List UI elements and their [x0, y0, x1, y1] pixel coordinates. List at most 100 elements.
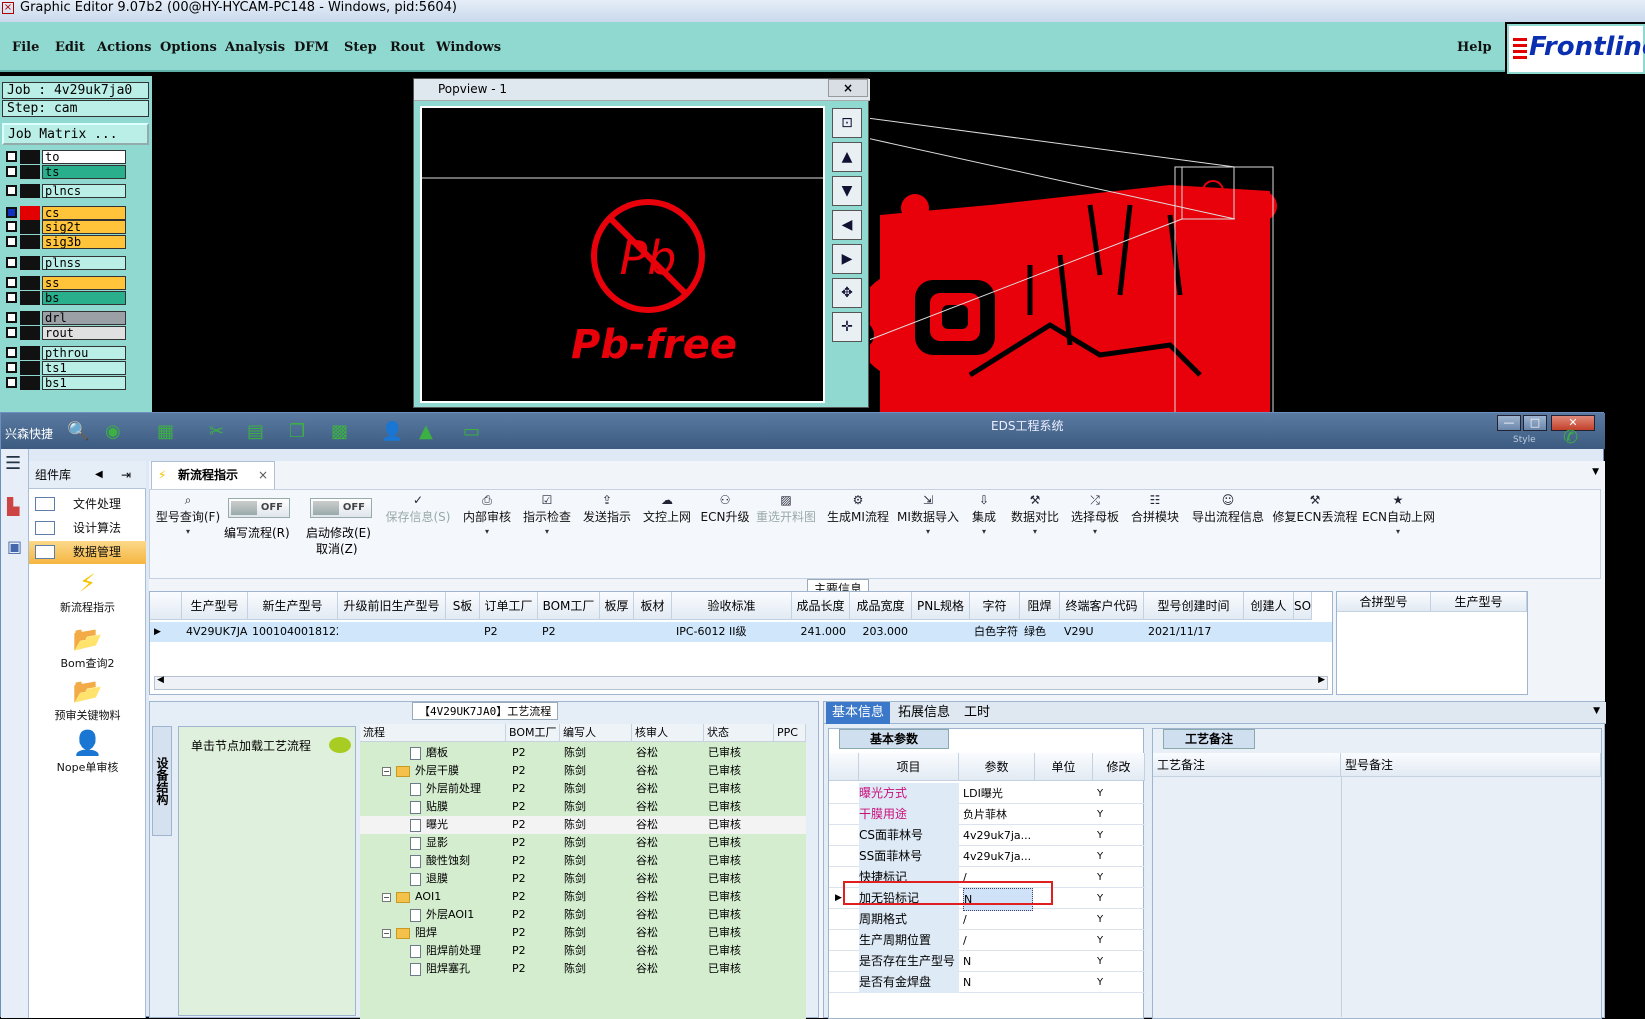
- grid-header[interactable]: 创建人: [1244, 592, 1294, 620]
- tree-row[interactable]: 酸性蚀刻 P2 陈剑 谷松 已审核: [360, 852, 806, 870]
- menu-dfm[interactable]: DFM: [294, 40, 329, 55]
- tree-node[interactable]: 曝光: [410, 816, 448, 834]
- grid-header[interactable]: 新生产型号: [248, 592, 338, 620]
- pan-up-icon[interactable]: ▲: [832, 142, 862, 172]
- grid-header[interactable]: S板: [446, 592, 480, 620]
- nav-item-algorithm[interactable]: 设计算法: [29, 517, 146, 540]
- scroll-left-icon[interactable]: ◀: [157, 675, 164, 685]
- grid-header[interactable]: 成品宽度: [850, 592, 912, 620]
- table-icon[interactable]: ▦: [157, 421, 174, 442]
- grid-cell[interactable]: [446, 622, 480, 642]
- tree-node[interactable]: 阻焊前处理: [410, 942, 481, 960]
- cam-canvas[interactable]: [870, 95, 1645, 415]
- menu-options[interactable]: Options: [160, 40, 217, 55]
- grid-cell[interactable]: IPC-6012 II级: [672, 622, 792, 642]
- ecn-auto-online-button[interactable]: ★ ECN自动上网 ▾: [1362, 490, 1435, 578]
- layer-checkbox[interactable]: [6, 166, 17, 177]
- ecn-upgrade-button[interactable]: ⚇ ECN升级: [700, 490, 750, 578]
- device-icon[interactable]: ▣: [7, 537, 22, 556]
- tree-row[interactable]: 曝光 P2 陈剑 谷松 已审核: [360, 816, 806, 834]
- tree-node[interactable]: 外层AOI1: [410, 906, 474, 924]
- tab-close-icon[interactable]: ×: [258, 462, 268, 488]
- layer-name[interactable]: to: [42, 150, 126, 164]
- param-value[interactable]: 4v29uk7ja...: [963, 846, 1033, 867]
- collapse-icon[interactable]: −: [382, 766, 391, 776]
- tree-row[interactable]: 外层前处理 P2 陈剑 谷松 已审核: [360, 780, 806, 798]
- layer-name[interactable]: ts1: [42, 361, 126, 375]
- param-value[interactable]: N: [963, 972, 1033, 993]
- scroll-right-icon[interactable]: ▶: [1318, 675, 1325, 685]
- save-info-button[interactable]: ✓ 保存信息(S): [382, 490, 454, 578]
- popview-canvas[interactable]: Pb Pb-free: [420, 106, 825, 403]
- side-tab[interactable]: 设备结构: [152, 726, 172, 836]
- grid-icon[interactable]: ▩: [331, 421, 348, 442]
- nav-prereview[interactable]: 📂 预审关键物料: [29, 677, 146, 723]
- copy-icon[interactable]: ❐: [289, 421, 305, 442]
- grid-header[interactable]: 成品长度: [792, 592, 850, 620]
- layer-checkbox[interactable]: [6, 362, 17, 373]
- grid-cell[interactable]: 2021/11/17: [1144, 622, 1244, 642]
- layer-name[interactable]: pthrou: [42, 346, 126, 360]
- layer-name[interactable]: bs1: [42, 376, 126, 390]
- layer-checkbox[interactable]: [6, 207, 17, 218]
- nav-prev-icon[interactable]: ◀: [95, 461, 103, 489]
- menu-help[interactable]: Help: [1457, 40, 1492, 55]
- building-icon[interactable]: ▙: [7, 497, 19, 516]
- user-icon[interactable]: 👤: [381, 421, 403, 442]
- collapse-icon[interactable]: −: [382, 892, 391, 902]
- grid-header[interactable]: SO: [1294, 592, 1312, 620]
- menu-icon[interactable]: ☰: [5, 453, 21, 474]
- tree-node[interactable]: 退膜: [410, 870, 448, 888]
- grid-cell[interactable]: P2: [538, 622, 600, 642]
- layer-name[interactable]: plnss: [42, 256, 126, 270]
- style-label[interactable]: Style: [1513, 435, 1536, 445]
- grid-cell[interactable]: [912, 622, 970, 642]
- menu-step[interactable]: Step: [344, 40, 377, 55]
- grid-header[interactable]: 终端客户代码: [1060, 592, 1144, 620]
- tree-row[interactable]: − 阻焊 P2 陈剑 谷松 已审核: [360, 924, 806, 942]
- grid-header[interactable]: PNL规格: [912, 592, 970, 620]
- tree-node[interactable]: 贴膜: [410, 798, 448, 816]
- grid-cell[interactable]: 白色字符: [970, 622, 1020, 642]
- tab-basic-info[interactable]: 基本信息: [826, 702, 891, 724]
- nav-bom-query[interactable]: 📂 Bom查询2: [29, 625, 146, 671]
- layer-name[interactable]: plncs: [42, 184, 126, 198]
- mi-import-button[interactable]: ⇲ MI数据导入 ▾: [896, 490, 960, 578]
- tree-node[interactable]: 外层前处理: [410, 780, 481, 798]
- grid-header[interactable]: 型号创建时间: [1144, 592, 1244, 620]
- grid-cell[interactable]: 203.000: [850, 622, 912, 642]
- tab-work-hours[interactable]: 工时: [958, 702, 996, 724]
- layer-name[interactable]: sig2t: [42, 220, 126, 234]
- layer-name[interactable]: rout: [42, 326, 126, 340]
- param-row[interactable]: 生产周期位置 / Y: [829, 930, 1145, 951]
- maximize-button[interactable]: □: [1523, 415, 1547, 431]
- doc-upload-button[interactable]: ☁ 文控上网: [640, 490, 694, 578]
- scissors-icon[interactable]: ✂: [209, 421, 224, 442]
- instruction-check-button[interactable]: ☑ 指示检查 ▾: [520, 490, 574, 578]
- param-value[interactable]: 负片菲林: [963, 804, 1033, 825]
- layer-checkbox[interactable]: [6, 327, 17, 338]
- grid-cell[interactable]: 10010400181222: [248, 622, 338, 642]
- menu-actions[interactable]: Actions: [97, 40, 151, 55]
- start-modify-toggle[interactable]: OFF: [310, 498, 372, 518]
- layer-checkbox[interactable]: [6, 312, 17, 323]
- grid-cell[interactable]: 4V29UK7JA0: [182, 622, 248, 642]
- layer-name[interactable]: sig3b: [42, 235, 126, 249]
- param-row[interactable]: 是否有金焊盘 N Y: [829, 972, 1145, 993]
- write-flow-toggle[interactable]: OFF: [228, 498, 290, 518]
- zoom-home-icon[interactable]: ✛: [832, 312, 862, 342]
- zoom-fit-icon[interactable]: ✥: [832, 278, 862, 308]
- tab-extended-info[interactable]: 拓展信息: [892, 702, 956, 724]
- minimize-button[interactable]: —: [1497, 415, 1521, 431]
- merge-module-button[interactable]: ☷ 合拼模块: [1128, 490, 1182, 578]
- integrate-button[interactable]: ⇩ 集成 ▾: [966, 490, 1002, 578]
- popview-close-button[interactable]: ×: [828, 79, 868, 97]
- pan-right-icon[interactable]: ▶: [832, 244, 862, 274]
- grid-cell[interactable]: [1244, 622, 1294, 642]
- tab-new-flow[interactable]: ⚡ 新流程指示 ×: [151, 461, 275, 489]
- grid-header[interactable]: 字符: [970, 592, 1020, 620]
- zoom-window-icon[interactable]: ⊡: [832, 108, 862, 138]
- grid-header[interactable]: 板材: [634, 592, 672, 620]
- param-row[interactable]: CS面菲林号 4v29uk7ja... Y: [829, 825, 1145, 846]
- layer-checkbox[interactable]: [6, 185, 17, 196]
